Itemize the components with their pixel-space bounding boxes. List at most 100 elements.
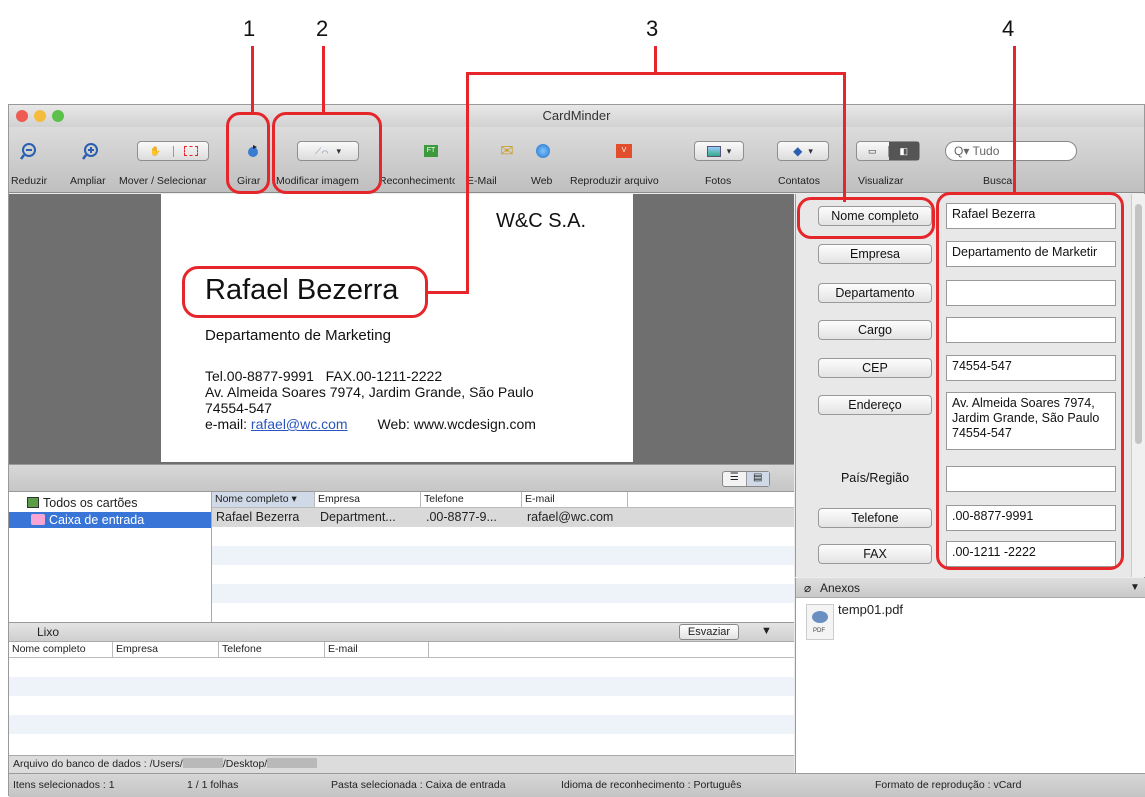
fotos-label: Fotos: [705, 175, 732, 187]
window-title: CardMinder: [542, 108, 611, 123]
zoom-window-button[interactable]: [52, 110, 64, 122]
callout-3: 3: [646, 16, 659, 41]
callout-3-field-box: [797, 197, 935, 239]
ampliar-label: Ampliar: [70, 175, 106, 187]
field-panel-scrollbar[interactable]: [1131, 194, 1145, 577]
list-view-toggle[interactable]: ☰ ▤: [722, 471, 770, 487]
scroll-thumb[interactable]: [1135, 204, 1142, 444]
visualizar-label: Visualizar: [858, 175, 904, 187]
callout-1-line: [251, 46, 254, 114]
cep-button[interactable]: CEP: [818, 358, 932, 378]
callout-2-line: [322, 46, 325, 114]
empty-trash-button[interactable]: Esvaziar: [679, 624, 739, 640]
recognition-button[interactable]: FT: [419, 141, 443, 161]
folder-tree: Todos os cartões Caixa de entrada: [9, 492, 212, 622]
tree-all-cards-label: Todos os cartões: [43, 496, 138, 510]
card-email-line: e-mail: rafael@wc.com Web: www.wcdesign.…: [205, 416, 536, 432]
status-pages: 1 / 1 folhas: [187, 779, 239, 791]
pdf-file-icon[interactable]: PDF: [806, 604, 834, 640]
zoom-in-icon: [82, 143, 98, 160]
cards-icon: [27, 497, 39, 508]
attachments-collapse-icon[interactable]: ▼: [1130, 578, 1140, 598]
folder-icon: [31, 514, 45, 525]
zoom-out-icon: [20, 143, 36, 160]
trash-col-telefone[interactable]: Telefone: [219, 642, 325, 657]
trash-col-email[interactable]: E-mail: [325, 642, 429, 657]
callout-4-box: [936, 192, 1124, 570]
status-folder: Pasta selecionada : Caixa de entrada: [331, 779, 506, 791]
web-button[interactable]: [531, 141, 555, 161]
trash-col-nome[interactable]: Nome completo: [9, 642, 113, 657]
db-path-mid: /Desktop/: [222, 758, 268, 770]
empresa-button[interactable]: Empresa: [818, 244, 932, 264]
envelope-icon: ✉: [500, 143, 514, 160]
table-row[interactable]: Rafael Bezerra Department... .00-8877-9.…: [212, 508, 794, 527]
tree-all-cards[interactable]: Todos os cartões: [27, 496, 138, 510]
cargo-button[interactable]: Cargo: [818, 320, 932, 340]
col-telefone[interactable]: Telefone: [421, 492, 522, 507]
callout-2: 2: [316, 16, 329, 41]
contacts-dropdown[interactable]: ◆ ▾: [777, 141, 829, 161]
callout-3-left-drop: [466, 72, 469, 294]
chevron-down-icon: ▾: [726, 145, 732, 156]
view-toggle[interactable]: ▭ ◧: [856, 141, 920, 161]
attachments-title: Anexos: [820, 581, 861, 595]
card-web: Web: www.wcdesign.com: [377, 416, 536, 432]
hand-icon: ✋: [138, 145, 174, 157]
export-file-button[interactable]: V: [612, 141, 636, 161]
row-nome: Rafael Bezerra: [216, 510, 300, 524]
callout-1: 1: [243, 16, 256, 41]
telefone-button[interactable]: Telefone: [818, 508, 932, 528]
photos-dropdown[interactable]: ▾: [694, 141, 744, 161]
reduzir-label: Reduzir: [11, 175, 48, 187]
toolbar: ✋ ⟋⌒ ▾ FT ✉ V ▾ ◆ ▾ ▭ ◧ Q▾ Tudo Reduzir …: [9, 127, 1144, 193]
row-empresa: Department...: [320, 510, 396, 524]
zoom-out-button[interactable]: [17, 141, 41, 161]
search-icon: Q▾: [954, 144, 973, 158]
pais-label: País/Região: [840, 471, 910, 485]
col-email[interactable]: E-mail: [522, 492, 628, 507]
departamento-button[interactable]: Departamento: [818, 283, 932, 303]
title-bar: CardMinder: [9, 105, 1144, 127]
business-card-image: W&C S.A. Rafael Bezerra Departamento de …: [161, 194, 633, 462]
email-button[interactable]: ✉: [495, 141, 519, 161]
row-telefone: .00-8877-9...: [426, 510, 497, 524]
detail-list-icon: ▤: [746, 472, 769, 486]
attachment-filename[interactable]: temp01.pdf: [838, 602, 903, 617]
fax-button[interactable]: FAX: [818, 544, 932, 564]
status-language: Idioma de reconhecimento : Português: [561, 779, 742, 791]
preview-splitter[interactable]: ☰ ▤: [9, 464, 794, 492]
col-nome[interactable]: Nome completo ▾: [212, 492, 315, 507]
attachments-panel: ⌀ Anexos ▼ PDF temp01.pdf: [795, 578, 1145, 773]
list-icon: ☰: [723, 472, 747, 486]
contacts-icon: ◆: [793, 144, 803, 158]
callout-3-line: [654, 46, 657, 74]
zoom-in-button[interactable]: [79, 141, 103, 161]
trash-collapse-icon[interactable]: ▼: [761, 625, 772, 637]
col-empresa[interactable]: Empresa: [315, 492, 421, 507]
view-single-icon: ▭: [857, 145, 889, 157]
move-select-toggle[interactable]: ✋: [137, 141, 209, 161]
tree-inbox[interactable]: Caixa de entrada: [9, 512, 211, 528]
callout-3-name-box: [182, 266, 428, 318]
photo-icon: [706, 145, 721, 157]
recognition-icon: FT: [424, 145, 438, 157]
mover-label: Mover / Selecionar: [119, 175, 207, 187]
card-phones: Tel.00-8877-9991 FAX.00-1211-2222: [205, 368, 443, 384]
callout-3-hline: [466, 72, 846, 75]
contatos-label: Contatos: [778, 175, 821, 187]
status-bar: Itens selecionados : 1 1 / 1 folhas Past…: [9, 773, 1145, 797]
trash-col-empresa[interactable]: Empresa: [113, 642, 219, 657]
busca-label: Busca: [983, 175, 1013, 187]
status-format: Formato de reprodução : vCard: [875, 779, 1022, 791]
card-email-label: e-mail:: [205, 416, 248, 432]
web-label: Web: [531, 175, 553, 187]
close-window-button[interactable]: [16, 110, 28, 122]
callout-4: 4: [1002, 16, 1015, 41]
tree-inbox-label: Caixa de entrada: [49, 513, 145, 527]
endereco-button[interactable]: Endereço: [818, 395, 932, 415]
view-split-icon: ◧: [888, 142, 919, 160]
search-input[interactable]: Q▾ Tudo: [945, 141, 1077, 161]
callout-3-left-hook: [426, 291, 469, 294]
minimize-window-button[interactable]: [34, 110, 46, 122]
